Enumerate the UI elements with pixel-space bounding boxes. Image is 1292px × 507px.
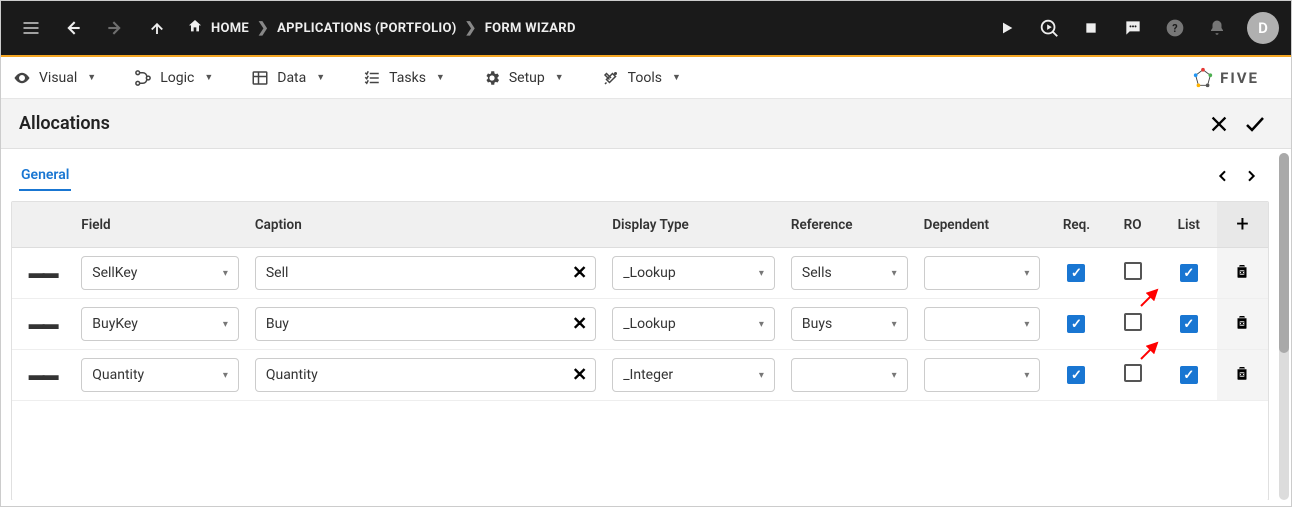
reference-select[interactable]: Buys	[791, 307, 908, 341]
back-icon[interactable]	[55, 10, 91, 46]
toolbar-setup[interactable]: Setup▼	[483, 69, 564, 87]
toolbar-data[interactable]: Data▼	[251, 69, 325, 87]
page-title: Allocations	[19, 113, 110, 134]
stop-icon[interactable]	[1073, 10, 1109, 46]
dependent-select[interactable]	[924, 256, 1041, 290]
next-icon[interactable]	[1237, 162, 1265, 190]
help-icon[interactable]: ?	[1157, 10, 1193, 46]
bell-icon[interactable]	[1199, 10, 1235, 46]
header-list: List	[1161, 202, 1217, 248]
toolbar-label: Tasks	[389, 70, 426, 86]
field-select[interactable]: SellKey	[81, 256, 239, 290]
display-type-select[interactable]: _Lookup	[612, 307, 775, 341]
svg-text:?: ?	[1172, 22, 1177, 35]
main: General Field Caption Display Type Refer…	[1, 151, 1277, 500]
readonly-checkbox[interactable]	[1124, 262, 1142, 280]
chat-icon[interactable]	[1115, 10, 1151, 46]
breadcrumb: HOME ❯ APPLICATIONS (PORTFOLIO) ❯ FORM W…	[187, 18, 576, 38]
play-icon[interactable]	[989, 10, 1025, 46]
field-select[interactable]: Quantity	[81, 358, 239, 392]
menu-icon[interactable]	[13, 10, 49, 46]
list-checkbox[interactable]	[1180, 366, 1198, 384]
close-icon[interactable]	[1201, 106, 1237, 142]
breadcrumb-home[interactable]: HOME	[211, 21, 249, 36]
toolbar-tasks[interactable]: Tasks▼	[363, 69, 445, 87]
home-icon	[187, 18, 203, 38]
clear-icon[interactable]: ✕	[572, 365, 587, 386]
chevron-right-icon: ❯	[465, 20, 477, 36]
forward-icon[interactable]	[97, 10, 133, 46]
delete-icon[interactable]	[1233, 319, 1251, 335]
list-checkbox[interactable]	[1180, 315, 1198, 333]
chevron-right-icon: ❯	[257, 20, 269, 36]
table-row: ▬▬ SellKey Sell✕ _Lookup Sells	[12, 248, 1268, 299]
dependent-select[interactable]	[924, 307, 1041, 341]
reference-select[interactable]	[791, 358, 908, 392]
grid-header: Field Caption Display Type Reference Dep…	[12, 202, 1268, 248]
confirm-icon[interactable]	[1237, 106, 1273, 142]
list-checkbox[interactable]	[1180, 264, 1198, 282]
toolbar-label: Visual	[39, 70, 77, 86]
readonly-checkbox[interactable]	[1124, 364, 1142, 382]
toolbar-tools[interactable]: Tools▼	[602, 69, 681, 87]
dependent-select[interactable]	[924, 358, 1041, 392]
page-header: Allocations	[1, 99, 1291, 149]
inspect-icon[interactable]	[1031, 10, 1067, 46]
up-icon[interactable]	[139, 10, 175, 46]
header-caption: Caption	[247, 202, 604, 248]
drag-handle-icon[interactable]: ▬▬	[29, 314, 57, 333]
header-display: Display Type	[604, 202, 783, 248]
delete-icon[interactable]	[1233, 268, 1251, 284]
header-reference: Reference	[783, 202, 916, 248]
avatar[interactable]: D	[1247, 12, 1279, 44]
toolbar-label: Data	[277, 70, 306, 86]
toolbar-visual[interactable]: Visual▼	[13, 69, 96, 87]
display-type-select[interactable]: _Integer	[612, 358, 775, 392]
toolbar: Visual▼ Logic▼ Data▼ Tasks▼ Setup▼ Tools…	[1, 57, 1291, 99]
brand-logo: FIVE	[1192, 67, 1279, 89]
caption-input[interactable]: Quantity✕	[255, 358, 596, 392]
prev-icon[interactable]	[1209, 162, 1237, 190]
header-field: Field	[73, 202, 247, 248]
brand-label: FIVE	[1220, 69, 1259, 87]
toolbar-label: Setup	[509, 70, 545, 86]
add-row-icon[interactable]: +	[1236, 212, 1248, 237]
required-checkbox[interactable]	[1067, 315, 1085, 333]
required-checkbox[interactable]	[1067, 366, 1085, 384]
header-dependent: Dependent	[916, 202, 1049, 248]
display-type-select[interactable]: _Lookup	[612, 256, 775, 290]
table-row: ▬▬ BuyKey Buy✕ _Lookup Buys	[12, 299, 1268, 350]
tab-row: General	[9, 161, 1275, 197]
header-req: Req.	[1048, 202, 1104, 248]
toolbar-label: Logic	[160, 70, 194, 86]
clear-icon[interactable]: ✕	[572, 263, 587, 284]
table-row: ▬▬ Quantity Quantity✕ _Integer	[12, 350, 1268, 401]
header-ro: RO	[1105, 202, 1161, 248]
tab-general[interactable]: General	[19, 161, 71, 191]
vertical-scrollbar[interactable]	[1279, 153, 1289, 500]
field-select[interactable]: BuyKey	[81, 307, 239, 341]
delete-icon[interactable]	[1233, 370, 1251, 386]
breadcrumb-applications[interactable]: APPLICATIONS (PORTFOLIO)	[277, 21, 457, 36]
required-checkbox[interactable]	[1067, 264, 1085, 282]
grid: Field Caption Display Type Reference Dep…	[11, 201, 1269, 500]
drag-handle-icon[interactable]: ▬▬	[29, 365, 57, 384]
toolbar-logic[interactable]: Logic▼	[134, 69, 213, 87]
clear-icon[interactable]: ✕	[572, 314, 587, 335]
caption-input[interactable]: Sell✕	[255, 256, 596, 290]
readonly-checkbox[interactable]	[1124, 313, 1142, 331]
breadcrumb-formwizard[interactable]: FORM WIZARD	[485, 21, 576, 36]
caption-input[interactable]: Buy✕	[255, 307, 596, 341]
toolbar-label: Tools	[628, 70, 662, 86]
reference-select[interactable]: Sells	[791, 256, 908, 290]
drag-handle-icon[interactable]: ▬▬	[29, 263, 57, 282]
topbar: HOME ❯ APPLICATIONS (PORTFOLIO) ❯ FORM W…	[1, 1, 1291, 57]
